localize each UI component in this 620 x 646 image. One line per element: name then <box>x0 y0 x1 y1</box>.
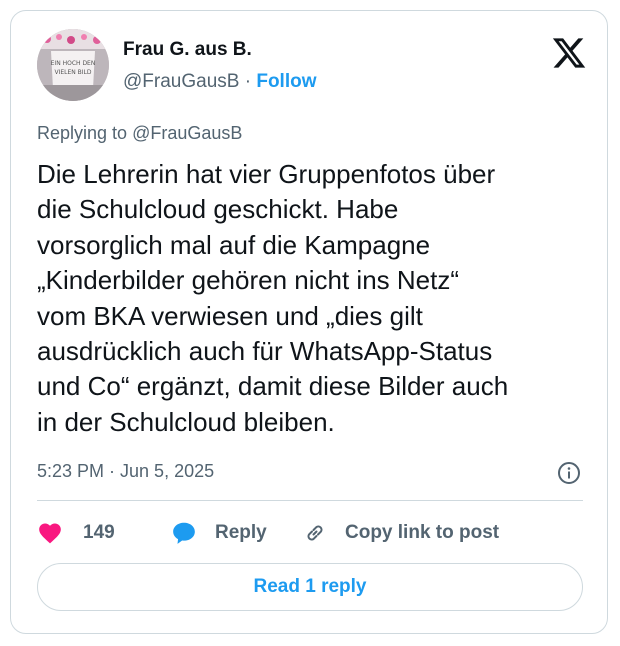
read-replies-button[interactable]: Read 1 reply <box>37 563 583 611</box>
tweet-text-line: in der Schulcloud bleiben. <box>37 406 335 437</box>
author-handle-row: @FrauGausB · Follow <box>123 71 317 93</box>
action-bar: 149 Reply Copy link to post <box>37 515 583 551</box>
tweet-card: EIN HOCH DEN VIELEN BILD Frau G. aus B. … <box>10 10 608 634</box>
tweet-text-line: „Kinderbilder gehören nicht ins Netz“ <box>37 265 459 296</box>
replying-to-handle[interactable]: @FrauGausB <box>132 123 242 143</box>
svg-text:EIN HOCH DEN: EIN HOCH DEN <box>51 60 96 67</box>
like-count: 149 <box>83 522 115 543</box>
copy-link-button[interactable]: Copy link to post <box>303 515 499 551</box>
avatar[interactable]: EIN HOCH DEN VIELEN BILD <box>37 29 109 101</box>
info-icon[interactable] <box>557 461 581 485</box>
follow-button[interactable]: Follow <box>256 71 316 92</box>
link-icon <box>307 525 323 541</box>
tweet-text-line: und Co“ ergänzt, damit diese Bilder auch <box>37 371 509 402</box>
avatar-image: EIN HOCH DEN VIELEN BILD <box>37 29 109 101</box>
handle-separator: · <box>244 71 252 92</box>
copy-link-label: Copy link to post <box>345 522 500 543</box>
x-logo-icon[interactable] <box>551 35 587 71</box>
tweet-text-line: die Schulcloud geschickt. Habe <box>37 194 399 225</box>
reply-label: Reply <box>215 522 267 543</box>
tweet-text: Die Lehrerin hat vier Gruppenfotos über … <box>37 157 597 440</box>
tweet-text-line: ausdrücklich auch für WhatsApp-Status <box>37 336 493 367</box>
divider <box>37 500 583 501</box>
replying-to-line: Replying to @FrauGausB <box>37 123 242 144</box>
svg-text:VIELEN BILD: VIELEN BILD <box>54 69 91 76</box>
tweet-text-line: Die Lehrerin hat vier Gruppenfotos über <box>37 159 496 189</box>
tweet-timestamp[interactable]: 5:23 PM · Jun 5, 2025 <box>37 461 214 482</box>
replying-to-prefix: Replying to <box>37 123 128 143</box>
like-button[interactable]: 149 <box>37 515 115 551</box>
reply-button[interactable]: Reply <box>171 515 267 551</box>
tweet-text-line: vorsorglich mal auf die Kampagne <box>37 229 431 260</box>
tweet-text-line: vom BKA verwiesen und „dies gilt <box>37 300 423 331</box>
speech-bubble-icon <box>173 522 195 544</box>
author-handle[interactable]: @FrauGausB <box>123 71 239 92</box>
heart-icon <box>39 523 61 544</box>
author-name[interactable]: Frau G. aus B. <box>123 39 252 61</box>
